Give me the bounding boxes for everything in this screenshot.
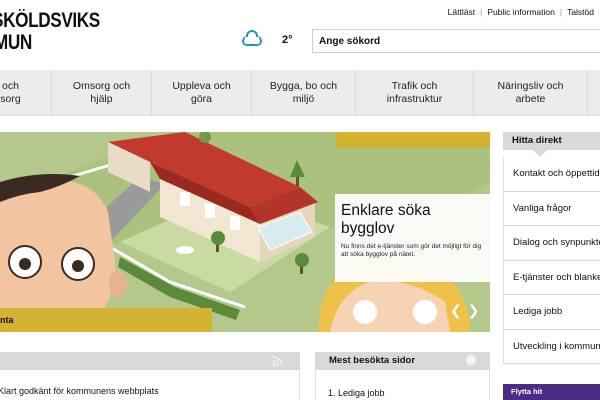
rss-icon[interactable] [272,355,284,367]
link-public-information[interactable]: Public information [487,7,555,17]
weather-widget [240,29,264,47]
hero-title: Enklare söka bygglov [341,202,431,237]
nav-label-line1: Näringsliv och [497,80,564,92]
logo-line-2: MMUN [0,31,32,54]
hero-text: Nu finns det e-tjänster som gör det möjl… [341,243,482,258]
quick-link-dialog[interactable]: Dialog och synpunkter [504,226,600,261]
separator: | [480,7,483,17]
move-here-banner[interactable]: Flytta hit [503,384,600,400]
nav-label-line1: Uppleva och [172,80,231,92]
hero-caption[interactable]: Enklare söka bygglov Nu finns det e-tjän… [335,194,490,282]
main-nav: och sorg Omsorg och hjälp Uppleva och göra … [0,70,600,116]
quick-links-title: Hitta direkt [503,132,600,157]
link-lattlast[interactable]: Lättläst [448,7,475,17]
site-header: NSKÖLDSVIKS MMUN Lättläst | Public informa… [0,0,600,70]
chevron-right-icon[interactable]: ❯ [468,302,486,318]
quick-link-jobb[interactable]: Lediga jobb [504,295,600,330]
nav-item-0[interactable]: och sorg [0,70,52,116]
nav-item-bygga[interactable]: Bygga, bo och miljö [252,70,356,116]
temperature: 2° [282,34,293,46]
popular-item[interactable]: 1. Lediga jobb [328,388,385,398]
hero-accent-tab [336,132,490,148]
chevron-left-icon[interactable]: ❮ [450,302,468,318]
separator: | [559,7,563,17]
search-input[interactable] [312,29,600,53]
quick-link-e-tjanster[interactable]: E-tjänster och blanketter [504,261,600,295]
quick-link-kontakt[interactable]: Kontakt och öppettider [504,157,600,192]
nav-label-line2: hjälp [90,93,113,105]
news-header [0,352,300,370]
quick-link-utveckling[interactable]: Utveckling i kommunen [504,330,600,364]
hero-ribbon[interactable]: nta [0,308,212,332]
logo-line-1: NSKÖLDSVIKS [0,9,100,32]
news-item[interactable]: Klart godkänt för kommunens webbplats [0,386,159,396]
cloud-icon [240,29,264,47]
nav-item-trafik[interactable]: Trafik och infrastruktur [356,70,474,116]
nav-label-line1: Omsorg och [72,80,131,92]
link-talstod[interactable]: Talstöd [567,7,594,17]
site-logo[interactable]: NSKÖLDSVIKS MMUN [0,10,120,54]
sun-icon [466,355,476,365]
quick-links: Hitta direkt Kontakt och öppettider Vanl… [503,132,600,400]
top-links: Lättläst | Public information | Talstöd [448,7,594,17]
nav-label-line2: sorg [0,93,21,105]
nav-label-line2: miljö [292,93,315,105]
hero-arrows: ❮❯ [450,302,485,319]
nav-item-uppleva[interactable]: Uppleva och göra [152,70,252,116]
nav-label-line1: och [2,80,19,92]
nav-label-line2: göra [190,93,212,105]
quick-links-list: Kontakt och öppettider Vanliga frågor Di… [503,157,600,364]
nav-label-line2: arbete [515,93,546,105]
nav-item-omsorg[interactable]: Omsorg och hjälp [52,70,152,116]
nav-item-naringsliv[interactable]: Näringsliv och arbete [474,70,588,116]
quick-link-faq[interactable]: Vanliga frågor [504,192,600,226]
nav-label-line1: Bygga, bo och [269,80,338,92]
nav-label-line2: infrastruktur [386,93,443,105]
nav-label-line1: Trafik och [391,80,438,92]
popular-header: Mest besökta sidor [315,352,490,370]
